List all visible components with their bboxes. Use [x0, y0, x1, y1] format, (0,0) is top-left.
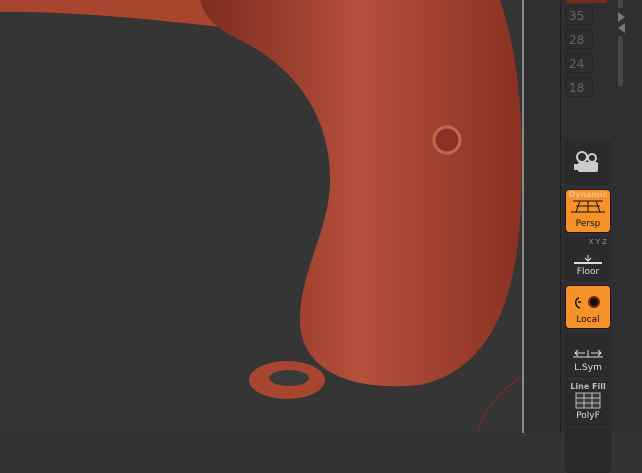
perspective-grid-icon	[571, 200, 605, 213]
next-shelf-button[interactable]	[565, 429, 611, 473]
camera-button[interactable]	[565, 141, 611, 185]
brush-size-preset[interactable]: 24	[565, 53, 593, 73]
local-button[interactable]: Local	[565, 285, 611, 329]
active-size-indicator	[567, 0, 607, 3]
brush-size-preset[interactable]: 35	[565, 5, 593, 25]
local-symmetry-icon	[573, 349, 603, 358]
polyf-button[interactable]: Line Fill PolyF	[565, 381, 611, 425]
sculpt-model	[0, 0, 561, 434]
local-transform-icon	[575, 296, 600, 309]
scrollbar-top[interactable]	[618, 0, 623, 8]
brush-size-preset[interactable]: 28	[565, 29, 593, 49]
floor-icon	[574, 255, 602, 264]
viewport-canvas[interactable]	[0, 0, 561, 434]
collapse-left-icon[interactable]	[618, 23, 625, 33]
persp-button[interactable]: Dynamic Persp	[565, 189, 611, 233]
expand-right-icon[interactable]	[618, 12, 625, 22]
brush-size-preset[interactable]: 18	[565, 77, 593, 97]
camera-icon	[574, 151, 598, 172]
scrollbar[interactable]	[618, 36, 623, 86]
polyframe-grid-icon	[575, 392, 601, 409]
lsym-button[interactable]: L.Sym	[565, 333, 611, 377]
shelf-divider	[560, 0, 561, 433]
floor-button[interactable]: X Y Z Floor	[565, 237, 611, 281]
